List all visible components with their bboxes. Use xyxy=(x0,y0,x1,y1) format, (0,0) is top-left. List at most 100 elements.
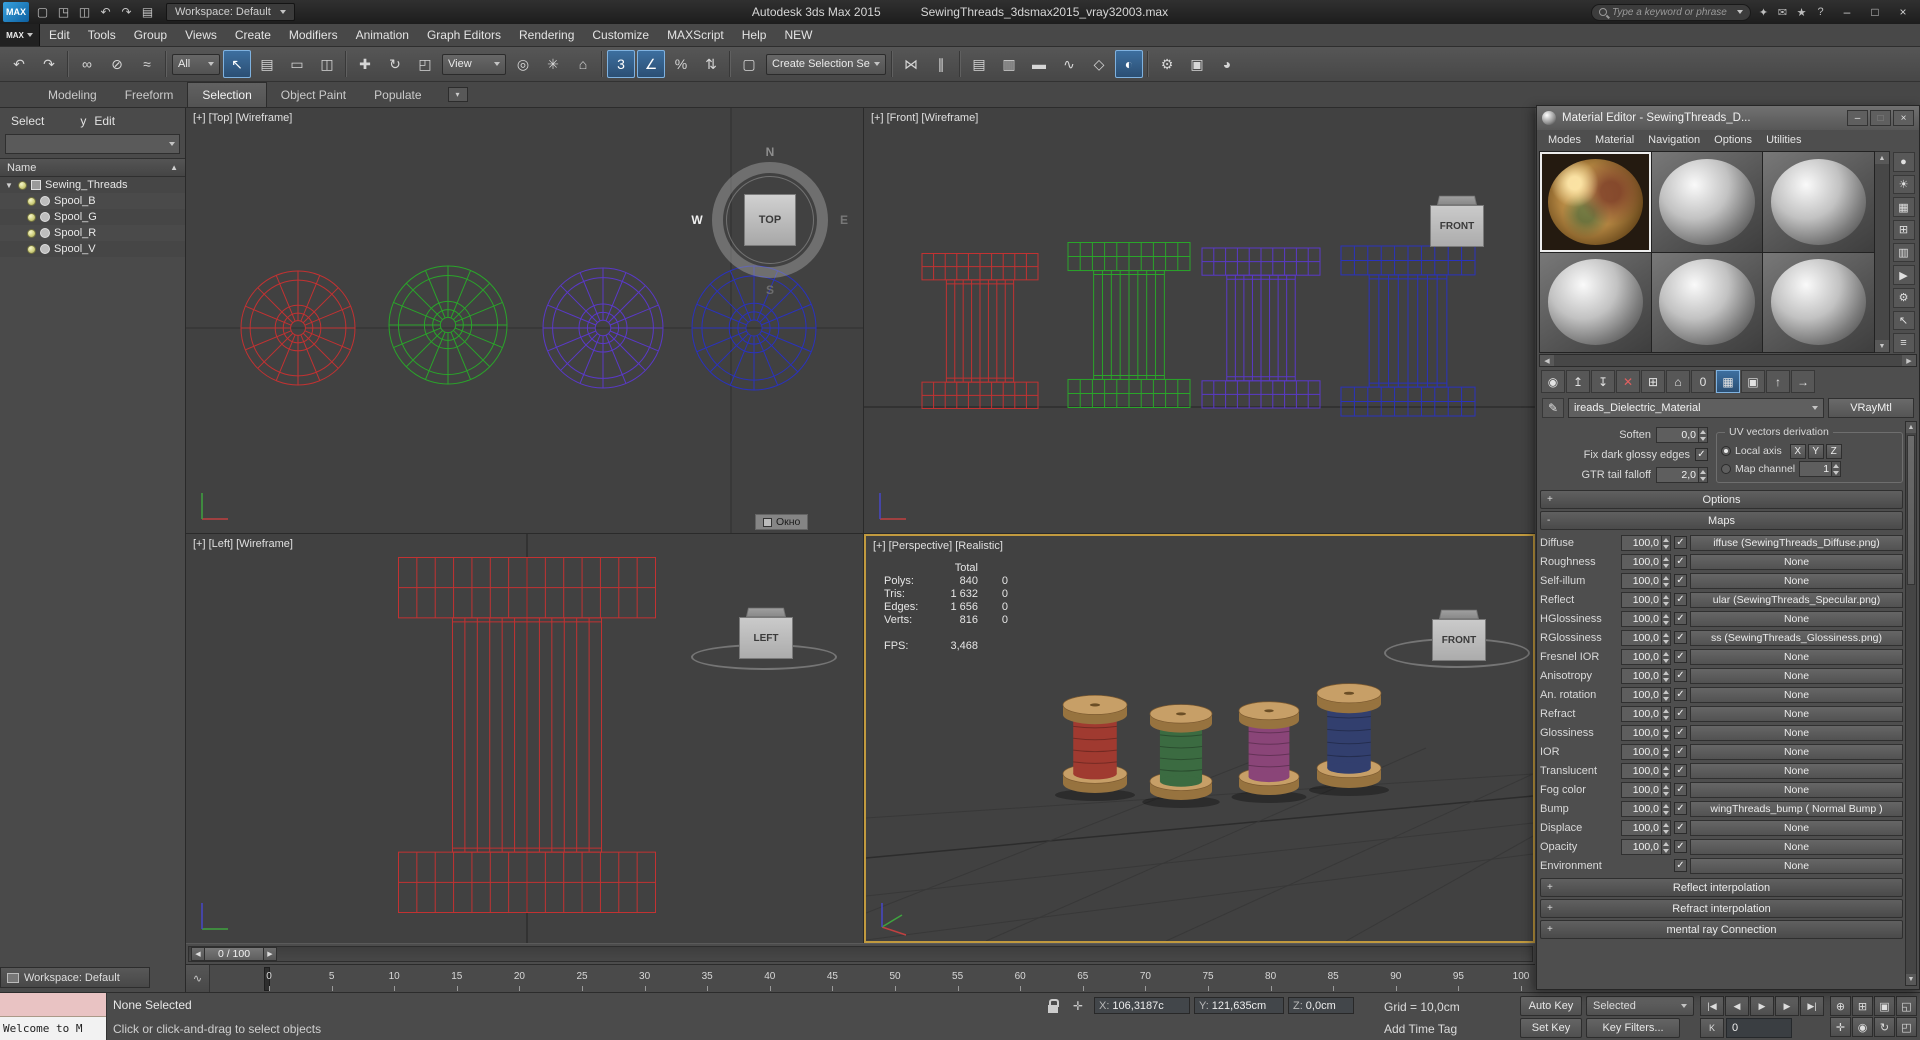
spinner-buttons[interactable] xyxy=(1661,535,1670,550)
viewcube-perspective[interactable]: FRONT xyxy=(1432,606,1486,661)
play-button[interactable]: ▶ xyxy=(1750,996,1774,1016)
orbit-icon[interactable]: ↻ xyxy=(1874,1017,1895,1037)
map-amount-spinner[interactable]: 100,0 xyxy=(1621,610,1671,627)
macro-recorder-field[interactable] xyxy=(0,993,106,1017)
spinner-buttons[interactable] xyxy=(1661,592,1670,607)
put-material-to-scene-icon[interactable]: ↥ xyxy=(1566,370,1590,393)
map-checkbox[interactable]: ✓ xyxy=(1674,726,1687,739)
perspective-viewport[interactable]: [+] [Perspective] [Realistic] Total Polys… xyxy=(864,534,1535,943)
spool-3d[interactable] xyxy=(1142,704,1220,808)
spinner-up-icon[interactable] xyxy=(1662,820,1670,828)
mirror-icon[interactable]: ⋈ xyxy=(897,50,925,78)
map-checkbox[interactable]: ✓ xyxy=(1674,555,1687,568)
scroll-right-icon[interactable]: ▶ xyxy=(1902,355,1916,366)
material-editor-titlebar[interactable]: Material Editor - SewingThreads_D... – □ × xyxy=(1537,106,1919,130)
local-axis-radio[interactable] xyxy=(1721,446,1731,456)
curve-editor-icon[interactable]: ∿ xyxy=(1055,50,1083,78)
front-viewport-label[interactable]: [+] [Front] [Wireframe] xyxy=(871,112,978,124)
viewcube-top-face[interactable] xyxy=(1437,195,1477,205)
spinner-up-icon[interactable] xyxy=(1662,839,1670,847)
scene-explorer-toggle-icon[interactable]: ▤ xyxy=(965,50,993,78)
scroll-left-icon[interactable]: ◀ xyxy=(1540,355,1554,366)
redo-icon[interactable]: ↷ xyxy=(35,50,63,78)
frame-ruler[interactable]: 0 5 10 15 20 25 30 35 40 45 50 55 60 65 70 75 80 85 90 95 10… xyxy=(210,965,1535,992)
x-coordinate-field[interactable]: X: 106,3187c xyxy=(1094,997,1190,1014)
map-amount-spinner[interactable]: 100,0 xyxy=(1621,838,1671,855)
absolute-mode-toggle[interactable]: ✛ xyxy=(1068,997,1088,1015)
tree-row[interactable]: Spool_B xyxy=(0,193,185,209)
map-slot-button[interactable]: None xyxy=(1690,781,1903,798)
me-menu-utilities[interactable]: Utilities xyxy=(1759,134,1808,146)
spinner-buttons[interactable] xyxy=(1661,744,1670,759)
open-file-icon[interactable]: ◳ xyxy=(53,3,74,22)
ribbon-tab-modeling[interactable]: Modeling xyxy=(34,82,111,107)
menu-views[interactable]: Views xyxy=(176,24,226,46)
select-manipulate-icon[interactable]: ✳ xyxy=(539,50,567,78)
spinner-up-icon[interactable] xyxy=(1662,592,1670,600)
map-amount-spinner[interactable]: 100,0 xyxy=(1621,629,1671,646)
spinner-snap-icon[interactable]: ⇅ xyxy=(697,50,725,78)
spinner-down-icon[interactable] xyxy=(1662,637,1670,645)
spinner-up-icon[interactable] xyxy=(1662,573,1670,581)
spinner-buttons[interactable] xyxy=(1661,725,1670,740)
map-slot-button[interactable]: None xyxy=(1690,572,1903,589)
map-amount-spinner[interactable]: 100,0 xyxy=(1621,591,1671,608)
current-frame-field[interactable]: 0 xyxy=(1726,1018,1792,1038)
material-map-navigator-icon[interactable]: ≡ xyxy=(1892,333,1915,354)
go-forward-sibling-icon[interactable]: → xyxy=(1791,370,1815,393)
spinner-down-icon[interactable] xyxy=(1662,770,1670,778)
tree-row-root[interactable]: ▼ Sewing_Threads xyxy=(0,177,185,193)
scroll-up-icon[interactable]: ▲ xyxy=(1875,152,1889,164)
menu-rendering[interactable]: Rendering xyxy=(510,24,583,46)
map-amount-spinner[interactable]: 100,0 xyxy=(1621,667,1671,684)
material-sample-slot[interactable] xyxy=(1540,252,1651,352)
map-checkbox[interactable]: ✓ xyxy=(1674,536,1687,549)
me-maximize-button[interactable]: □ xyxy=(1870,110,1891,126)
map-slot-button[interactable]: None xyxy=(1690,743,1903,760)
lightbulb-icon[interactable] xyxy=(27,196,36,206)
parameters-scrollbar[interactable]: ▲ ▼ xyxy=(1905,421,1917,986)
track-bar[interactable]: ∿ 0 5 10 15 20 25 30 35 40 45 50 55 60 65 70 75 80 85 90 95… xyxy=(186,964,1535,992)
map-checkbox[interactable]: ✓ xyxy=(1674,802,1687,815)
project-folder-icon[interactable]: ▤ xyxy=(137,3,158,22)
schematic-view-icon[interactable]: ◇ xyxy=(1085,50,1113,78)
walk-through-icon[interactable]: ◉ xyxy=(1852,1017,1873,1037)
communication-center-icon[interactable]: ✉ xyxy=(1773,3,1792,21)
soften-spinner[interactable]: 0,0 xyxy=(1656,426,1708,443)
favorites-icon[interactable]: ★ xyxy=(1792,3,1811,21)
time-slider-track[interactable]: ◀ 0 / 100 ▶ xyxy=(188,946,1533,962)
sign-in-icon[interactable]: ✦ xyxy=(1754,3,1773,21)
spinner-down-icon[interactable] xyxy=(1662,561,1670,569)
perspective-viewport-label[interactable]: [+] [Perspective] [Realistic] xyxy=(873,540,1003,552)
explorer-menu-edit[interactable]: Edit xyxy=(94,114,115,128)
rendered-frame-window-icon[interactable]: ▣ xyxy=(1183,50,1211,78)
explorer-search-input[interactable] xyxy=(5,134,180,154)
key-mode-toggle[interactable]: K xyxy=(1700,1018,1724,1038)
menu-tools[interactable]: Tools xyxy=(79,24,125,46)
spinner-up-icon[interactable] xyxy=(1699,467,1707,475)
material-sample-slot[interactable] xyxy=(1763,152,1874,252)
gtr-spinner[interactable]: 2,0 xyxy=(1656,466,1708,483)
compass-south[interactable]: S xyxy=(766,283,774,297)
spinner-down-icon[interactable] xyxy=(1662,656,1670,664)
spool-3d[interactable] xyxy=(1231,701,1307,803)
make-preview-icon[interactable]: ▶ xyxy=(1892,265,1915,286)
workspace-tab[interactable]: Workspace: Default xyxy=(0,967,150,988)
axis-x-button[interactable]: X xyxy=(1789,443,1806,459)
set-key-button[interactable]: Set Key xyxy=(1520,1018,1582,1038)
key-filters-button[interactable]: Key Filters... xyxy=(1586,1018,1680,1038)
select-move-icon[interactable]: ✚ xyxy=(351,50,379,78)
zoom-icon[interactable]: ⊕ xyxy=(1830,996,1851,1016)
menu-group[interactable]: Group xyxy=(125,24,176,46)
use-pivot-center-icon[interactable]: ◎ xyxy=(509,50,537,78)
map-amount-spinner[interactable]: 100,0 xyxy=(1621,724,1671,741)
snaps-toggle-icon[interactable]: 3 xyxy=(607,50,635,78)
selection-region-icon[interactable]: ▭ xyxy=(283,50,311,78)
put-to-library-icon[interactable]: ⌂ xyxy=(1666,370,1690,393)
scroll-up-icon[interactable]: ▲ xyxy=(1906,422,1916,433)
map-checkbox[interactable]: ✓ xyxy=(1674,745,1687,758)
map-slot-button[interactable]: None xyxy=(1690,838,1903,855)
map-checkbox[interactable]: ✓ xyxy=(1674,574,1687,587)
tree-row[interactable]: Spool_R xyxy=(0,225,185,241)
menu-help[interactable]: Help xyxy=(733,24,776,46)
